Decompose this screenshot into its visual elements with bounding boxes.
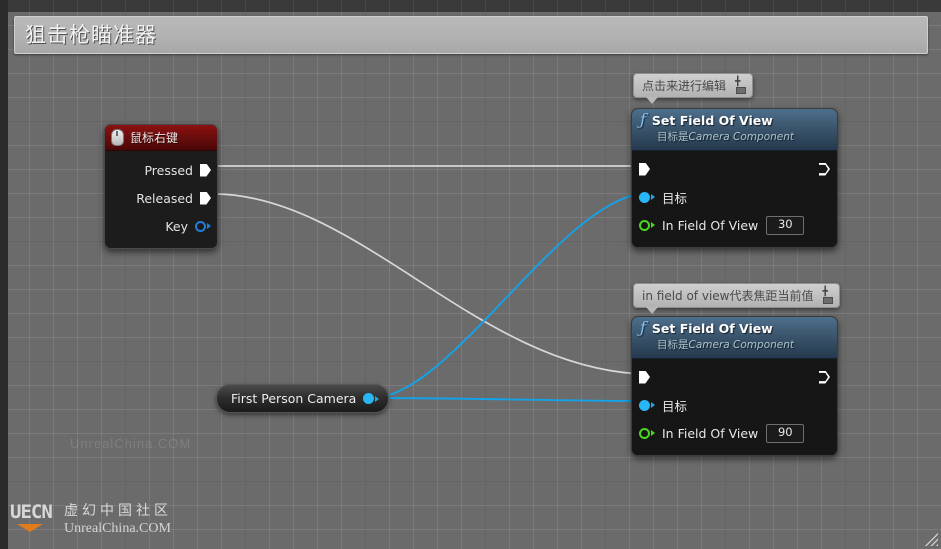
left-gutter	[0, 0, 8, 549]
function-node-subtitle-prefix: 目标是	[657, 131, 689, 143]
canvas-top-strip	[8, 0, 941, 12]
function-node-header: ƒ Set Field Of View 目标是Camera Component	[632, 317, 837, 359]
comment-bubble-1[interactable]: 点击来进行编辑 ╋	[633, 73, 753, 98]
event-node-title: 鼠标右键	[130, 129, 178, 146]
window-title-bar[interactable]: 狙击枪瞄准器	[14, 16, 928, 54]
function-node-title: Set Field Of View	[652, 113, 773, 128]
exec-row[interactable]	[632, 363, 837, 391]
comment-bubble-2[interactable]: in field of view代表焦距当前值 ╋	[633, 283, 840, 308]
event-pin-pressed-label: Pressed	[144, 163, 193, 178]
variable-node-first-person-camera[interactable]: First Person Camera	[216, 384, 389, 413]
pin-icon[interactable]: ╋	[734, 78, 748, 94]
target-pin-icon[interactable]	[639, 192, 650, 203]
value-pin-row[interactable]: In Field Of View 30	[632, 211, 837, 239]
field-of-view-input[interactable]: 30	[766, 216, 804, 235]
mouse-icon	[111, 129, 124, 146]
exec-in-pin-icon[interactable]	[639, 163, 650, 176]
blueprint-editor-window: 狙击枪瞄准器 UnrealChina.COM 鼠标右键 Pressed Rele…	[0, 0, 941, 549]
field-of-view-input[interactable]: 90	[766, 424, 804, 443]
event-pin-released[interactable]: Released	[105, 184, 217, 212]
function-node-subtitle-target: Camera Component	[689, 339, 795, 351]
logo-arrow-icon	[17, 524, 43, 532]
value-pin-row[interactable]: In Field Of View 90	[632, 419, 837, 447]
float-pin-icon[interactable]	[639, 220, 650, 231]
exec-pin-icon[interactable]	[200, 192, 211, 205]
exec-pin-icon[interactable]	[200, 164, 211, 177]
watermark-text: 虚幻中国社区 UnrealChina.COM	[64, 503, 172, 537]
target-pin-label: 目标	[662, 188, 687, 207]
page-title: 狙击枪瞄准器	[25, 25, 157, 46]
pin-arrow-icon	[651, 402, 655, 408]
function-icon: ƒ	[640, 112, 646, 128]
event-node-right-mouse-button[interactable]: 鼠标右键 Pressed Released Key	[104, 124, 218, 249]
comment-bubble-2-text: in field of view代表焦距当前值	[642, 287, 813, 304]
site-watermark: UECN 虚幻中国社区 UnrealChina.COM	[10, 503, 172, 537]
function-node-title: Set Field Of View	[652, 321, 773, 336]
function-node-body: 目标 In Field Of View 30	[632, 151, 837, 247]
blueprint-graph-canvas[interactable]	[8, 0, 941, 549]
pin-arrow-icon	[651, 222, 655, 228]
target-pin-row[interactable]: 目标	[632, 183, 837, 211]
event-pin-released-label: Released	[136, 191, 193, 206]
object-output-pin-icon[interactable]	[363, 393, 374, 404]
function-node-header: ƒ Set Field Of View 目标是Camera Component	[632, 109, 837, 151]
uecn-logo: UECN	[10, 503, 54, 532]
exec-row[interactable]	[632, 155, 837, 183]
pin-arrow-icon	[651, 194, 655, 200]
function-node-body: 目标 In Field Of View 90	[632, 359, 837, 455]
exec-out-pin-icon[interactable]	[819, 371, 830, 384]
comment-bubble-1-text: 点击来进行编辑	[642, 77, 726, 94]
event-pin-pressed[interactable]: Pressed	[105, 156, 217, 184]
event-node-header: 鼠标右键	[105, 125, 217, 151]
float-pin-icon[interactable]	[639, 428, 650, 439]
target-pin-row[interactable]: 目标	[632, 391, 837, 419]
event-pin-key[interactable]: Key	[105, 212, 217, 240]
target-pin-label: 目标	[662, 396, 687, 415]
canvas-watermark: UnrealChina.COM	[70, 436, 191, 451]
watermark-line-2: UnrealChina.COM	[64, 520, 172, 537]
function-node-subtitle-prefix: 目标是	[657, 339, 689, 351]
exec-out-pin-icon[interactable]	[819, 163, 830, 176]
pin-icon[interactable]: ╋	[821, 288, 835, 304]
exec-in-pin-icon[interactable]	[639, 371, 650, 384]
target-pin-icon[interactable]	[639, 400, 650, 411]
function-node-subtitle: 目标是Camera Component	[657, 337, 829, 352]
uecn-logo-text: UECN	[10, 503, 54, 522]
pin-arrow-icon	[651, 430, 655, 436]
key-pin-icon[interactable]	[195, 221, 206, 232]
variable-node-label: First Person Camera	[231, 391, 356, 406]
value-pin-label: In Field Of View	[662, 426, 758, 441]
value-pin-label: In Field Of View	[662, 218, 758, 233]
function-node-subtitle: 目标是Camera Component	[657, 129, 829, 144]
pin-arrow-icon	[207, 223, 211, 229]
bubble-tail	[646, 307, 658, 314]
bubble-tail	[646, 97, 658, 104]
pin-arrow-icon	[375, 396, 379, 402]
event-pin-key-label: Key	[165, 219, 188, 234]
function-node-subtitle-target: Camera Component	[689, 131, 795, 143]
watermark-line-1: 虚幻中国社区	[64, 503, 172, 520]
function-node-set-field-of-view-2[interactable]: ƒ Set Field Of View 目标是Camera Component …	[631, 316, 838, 456]
event-node-body: Pressed Released Key	[105, 151, 217, 248]
function-node-set-field-of-view-1[interactable]: ƒ Set Field Of View 目标是Camera Component …	[631, 108, 838, 248]
function-icon: ƒ	[640, 320, 646, 336]
